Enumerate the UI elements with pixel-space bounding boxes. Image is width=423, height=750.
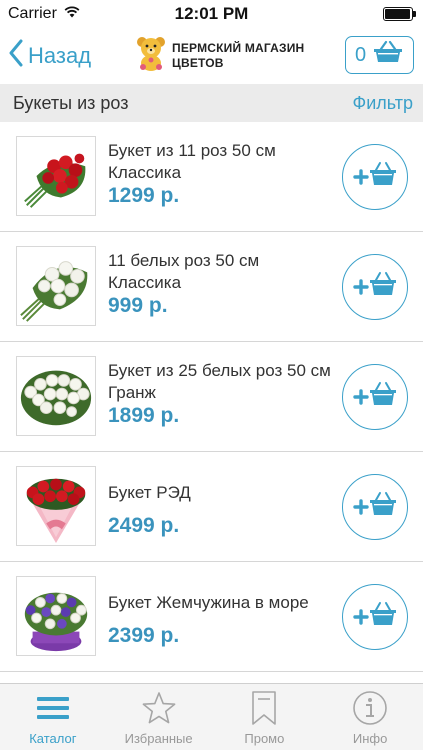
cart-button[interactable]: 0 <box>345 36 414 74</box>
white-roses-image <box>17 247 95 325</box>
product-row[interactable]: 11 белых роз 50 см Классика 999 р. <box>0 232 423 342</box>
back-label: Назад <box>28 43 92 68</box>
info-icon <box>352 689 388 727</box>
add-to-cart-button[interactable] <box>342 364 408 430</box>
basket-icon <box>372 40 404 70</box>
red-bouquet-pink-wrap-image <box>17 467 95 545</box>
back-button[interactable]: Назад <box>8 38 91 74</box>
battery-icon <box>383 7 416 21</box>
status-left: Carrier <box>8 5 81 23</box>
teddy-bear-icon <box>136 36 166 77</box>
white-roses-grunge-image <box>17 357 95 435</box>
section-header: Букеты из роз Фильтр <box>0 84 423 122</box>
product-row[interactable]: Букет из 11 роз 50 см Классика 1299 р. <box>0 122 423 232</box>
tab-catalog[interactable]: Каталог <box>0 684 106 750</box>
nav-bar: Назад ПЕРМСКИЙ МАГАЗИН ЦВЕТОВ 0 <box>0 28 423 84</box>
red-roses-image <box>17 137 95 215</box>
logo-text-line1: ПЕРМСКИЙ МАГАЗИН <box>172 41 305 55</box>
product-image <box>16 356 96 436</box>
product-name: Букет из 25 белых роз 50 см Гранж <box>108 361 331 402</box>
logo-text: ПЕРМСКИЙ МАГАЗИН ЦВЕТОВ <box>172 41 304 71</box>
product-name: Букет Жемчужина в море <box>108 593 309 612</box>
product-image <box>16 246 96 326</box>
tab-bar: Каталог Избранные Промо Инфо <box>0 683 423 750</box>
product-price: 2399 р. <box>108 624 180 647</box>
tab-label: Избранные <box>124 731 193 746</box>
product-list[interactable]: Букет из 11 роз 50 см Классика 1299 р. 1… <box>0 122 423 683</box>
purple-white-basket-image <box>17 577 95 655</box>
product-price: 2499 р. <box>108 514 180 537</box>
product-row[interactable]: Букет Жемчужина в море 2399 р. <box>0 562 423 672</box>
product-row[interactable]: Букет РЭД 2499 р. <box>0 452 423 562</box>
tab-label: Каталог <box>29 731 77 746</box>
add-to-cart-button[interactable] <box>342 584 408 650</box>
battery-fill <box>385 9 410 19</box>
section-title: Букеты из роз <box>13 92 129 113</box>
add-to-basket-icon <box>352 270 398 305</box>
carrier-label: Carrier <box>8 5 57 22</box>
product-image <box>16 576 96 656</box>
add-to-basket-icon <box>352 600 398 635</box>
bookmark-icon <box>251 689 277 727</box>
star-icon <box>141 689 177 727</box>
product-image <box>16 466 96 546</box>
chevron-left-icon <box>8 39 24 73</box>
product-name: Букет из 11 роз 50 см Классика <box>108 141 276 182</box>
tab-label: Промо <box>244 731 285 746</box>
add-to-basket-icon <box>352 160 398 195</box>
product-name: Букет РЭД <box>108 483 191 502</box>
product-price: 1299 р. <box>108 184 180 207</box>
product-price: 999 р. <box>108 294 168 317</box>
logo-text-line2: ЦВЕТОВ <box>172 56 224 70</box>
status-bar: Carrier 12:01 PM <box>0 0 423 28</box>
product-image <box>16 136 96 216</box>
tab-label: Инфо <box>352 731 388 746</box>
tab-favorites[interactable]: Избранные <box>106 684 212 750</box>
cart-count: 0 <box>354 43 367 66</box>
add-to-cart-button[interactable] <box>342 254 408 320</box>
tab-info[interactable]: Инфо <box>317 684 423 750</box>
product-name: 11 белых роз 50 см Классика <box>108 251 260 292</box>
wifi-icon <box>63 5 81 23</box>
add-to-cart-button[interactable] <box>342 474 408 540</box>
product-row[interactable]: Букет из 25 белых роз 50 см Гранж 1899 р… <box>0 342 423 452</box>
product-price: 1899 р. <box>108 404 180 427</box>
store-logo: ПЕРМСКИЙ МАГАЗИН ЦВЕТОВ <box>136 36 304 77</box>
add-to-cart-button[interactable] <box>342 144 408 210</box>
add-to-basket-icon <box>352 490 398 525</box>
menu-icon <box>36 689 70 727</box>
add-to-basket-icon <box>352 380 398 415</box>
filter-button[interactable]: Фильтр <box>353 93 413 114</box>
tab-promo[interactable]: Промо <box>212 684 318 750</box>
